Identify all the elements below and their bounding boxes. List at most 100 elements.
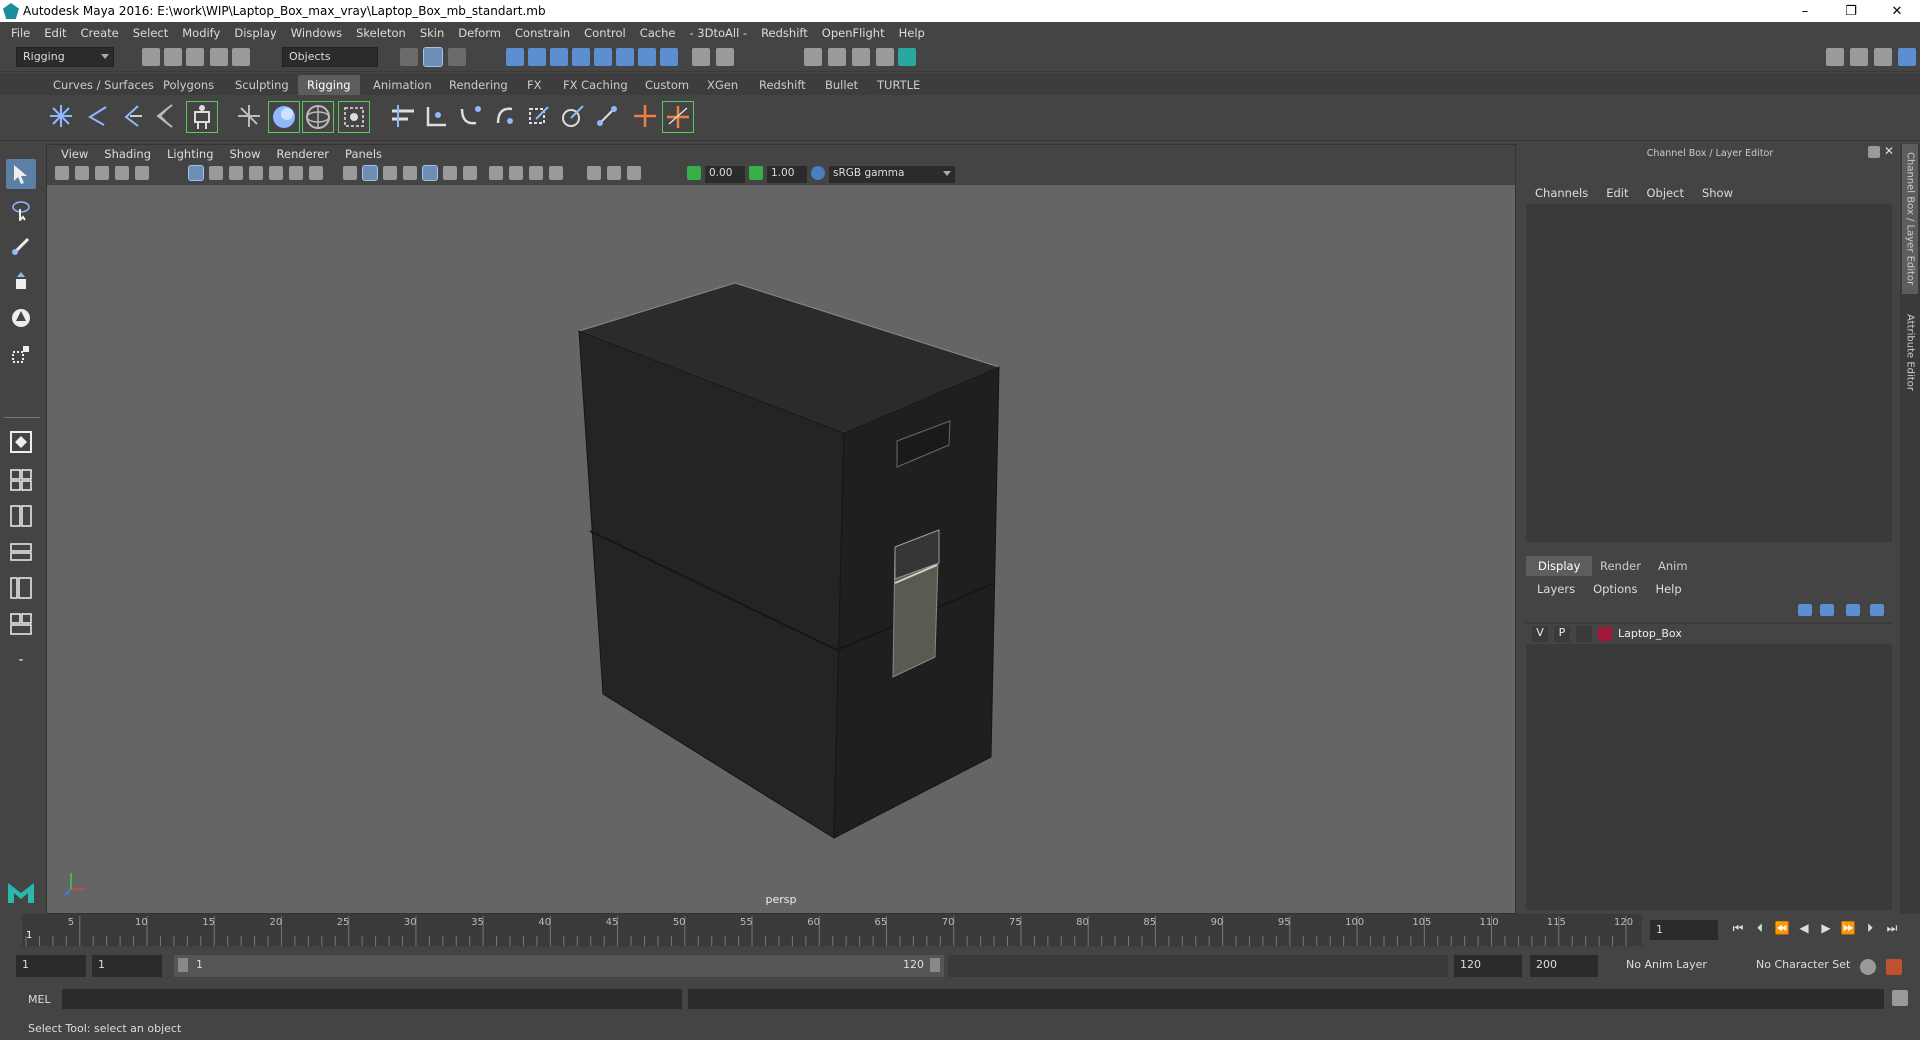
select-by-hierarchy-icon[interactable] [400, 48, 418, 66]
close-panel-icon[interactable]: ✕ [1884, 144, 1894, 158]
hypershade-layout-icon[interactable] [6, 609, 36, 639]
channel-box-menu-show[interactable]: Show [1693, 186, 1742, 200]
layout-more-icon[interactable]: - [6, 645, 36, 675]
ik-spline-tool-icon[interactable] [116, 101, 148, 133]
shelf-tab-rendering[interactable]: Rendering [440, 75, 517, 95]
new-scene-icon[interactable] [142, 48, 160, 66]
parent-constraint-icon[interactable] [662, 101, 694, 133]
rotate-tool-icon[interactable] [6, 303, 36, 333]
shelf-tab-sculpting[interactable]: Sculpting [226, 75, 298, 95]
animation-preferences-icon[interactable] [1886, 959, 1902, 975]
four-view-layout-icon[interactable] [6, 465, 36, 495]
component-editor-icon[interactable] [338, 101, 370, 133]
highlight-selection-icon[interactable] [716, 48, 734, 66]
modeling-toolkit-icon[interactable] [1826, 48, 1844, 66]
smooth-bind-icon[interactable] [268, 101, 300, 133]
tool-settings-toggle-icon[interactable] [1874, 48, 1892, 66]
side-tab-attribute-editor[interactable]: Attribute Editor [1902, 304, 1918, 400]
shelf-tab-animation[interactable]: Animation [364, 75, 441, 95]
playback-start-field[interactable]: 1 [92, 955, 162, 977]
select-tool-icon[interactable] [6, 159, 36, 189]
menu-skeleton[interactable]: Skeleton [349, 26, 413, 40]
animation-start-field[interactable]: 1 [16, 955, 86, 977]
cluster-icon[interactable] [388, 101, 420, 133]
laptop-box-mesh[interactable] [47, 145, 1517, 915]
hypershade-icon[interactable] [898, 48, 916, 66]
ik-handle-tool-icon[interactable] [82, 101, 114, 133]
range-slider-bar[interactable]: 1 120 [174, 955, 944, 977]
close-button[interactable]: ✕ [1874, 0, 1920, 22]
create-empty-layer-icon[interactable] [1846, 604, 1860, 616]
shelf-tab-fx[interactable]: FX [518, 75, 551, 95]
minimize-button[interactable]: – [1782, 0, 1828, 22]
animation-end-field[interactable]: 200 [1530, 955, 1598, 977]
select-joints-icon[interactable] [528, 48, 546, 66]
menu-redshift[interactable]: Redshift [754, 26, 815, 40]
step-back-frame-icon[interactable]: ⏴ [1752, 920, 1768, 936]
lattice-icon[interactable] [422, 101, 454, 133]
go-to-end-icon[interactable]: ⏭ [1884, 920, 1900, 936]
menu-3dtoall[interactable]: - 3DtoAll - [682, 26, 754, 40]
bind-skin-icon[interactable] [234, 101, 266, 133]
layer-display-type-toggle[interactable] [1576, 626, 1592, 642]
menu-set-dropdown[interactable]: Rigging [16, 47, 114, 67]
menu-file[interactable]: File [4, 26, 37, 40]
menu-cache[interactable]: Cache [633, 26, 683, 40]
undo-icon[interactable] [210, 48, 228, 66]
script-editor-icon[interactable] [1892, 990, 1908, 1006]
menu-control[interactable]: Control [577, 26, 633, 40]
paint-select-tool-icon[interactable] [6, 231, 36, 261]
menu-constrain[interactable]: Constrain [508, 26, 577, 40]
sculpt-deformer-icon[interactable] [558, 101, 590, 133]
layer-color-swatch[interactable] [1598, 627, 1612, 641]
select-rendering-icon[interactable] [638, 48, 656, 66]
time-slider-track[interactable]: 5 10 15 20 25 30 35 40 45 50 55 60 65 70 75 80 85 90 95 100… [22, 914, 1642, 946]
range-start-handle[interactable] [178, 958, 188, 972]
viewport-panel[interactable]: View Shading Lighting Show Renderer Pane… [46, 144, 1516, 914]
move-layer-down-icon[interactable] [1820, 604, 1834, 616]
menu-modify[interactable]: Modify [175, 26, 227, 40]
select-by-component-icon[interactable] [448, 48, 466, 66]
blend-shape-icon[interactable] [524, 101, 556, 133]
shelf-tab-curves-surfaces[interactable]: Curves / Surfaces [44, 75, 163, 95]
auto-key-icon[interactable] [1860, 959, 1876, 975]
character-set-dropdown[interactable]: No Character Set [1750, 955, 1872, 977]
menu-skin[interactable]: Skin [413, 26, 451, 40]
channel-box-menu-channels[interactable]: Channels [1526, 186, 1597, 200]
select-deformations-icon[interactable] [594, 48, 612, 66]
shelf-tab-bullet[interactable]: Bullet [816, 75, 867, 95]
play-forwards-icon[interactable]: ▶ [1818, 920, 1834, 936]
select-curves-icon[interactable] [550, 48, 568, 66]
selection-mode-dropdown[interactable]: Objects [282, 47, 378, 67]
command-input[interactable] [62, 989, 682, 1009]
menu-edit[interactable]: Edit [37, 26, 73, 40]
select-by-object-icon[interactable] [423, 47, 443, 67]
select-handles-icon[interactable] [506, 48, 524, 66]
ipr-render-icon[interactable] [852, 48, 870, 66]
menu-help[interactable]: Help [892, 26, 932, 40]
layer-playback-toggle[interactable]: P [1554, 626, 1570, 642]
shelf-tab-polygons[interactable]: Polygons [154, 75, 223, 95]
channel-box-toggle-icon[interactable] [1898, 48, 1916, 66]
quick-rig-icon[interactable] [186, 101, 218, 133]
single-perspective-layout-icon[interactable] [6, 427, 36, 457]
shelf-tab-redshift[interactable]: Redshift [750, 75, 815, 95]
lock-selection-icon[interactable] [692, 48, 710, 66]
layer-visibility-toggle[interactable]: V [1532, 626, 1548, 642]
scale-tool-icon[interactable] [6, 339, 36, 369]
layer-tab-render[interactable]: Render [1588, 556, 1653, 576]
shelf-tab-fx-caching[interactable]: FX Caching [554, 75, 637, 95]
side-tab-channel-box[interactable]: Channel Box / Layer Editor [1902, 144, 1918, 294]
wire-deformer-icon[interactable] [490, 101, 522, 133]
joint-tool-icon[interactable] [46, 101, 78, 133]
redo-icon[interactable] [232, 48, 250, 66]
locator-icon[interactable] [630, 101, 662, 133]
menu-display[interactable]: Display [227, 26, 283, 40]
shelf-tab-rigging[interactable]: Rigging [298, 75, 360, 95]
float-panel-icon[interactable] [1868, 146, 1880, 158]
select-misc-icon[interactable] [660, 48, 678, 66]
humanik-icon[interactable] [150, 101, 182, 133]
step-forward-key-icon[interactable]: ⏩ [1840, 920, 1856, 936]
channel-box-menu-edit[interactable]: Edit [1597, 186, 1637, 200]
create-layer-from-selected-icon[interactable] [1870, 604, 1884, 616]
